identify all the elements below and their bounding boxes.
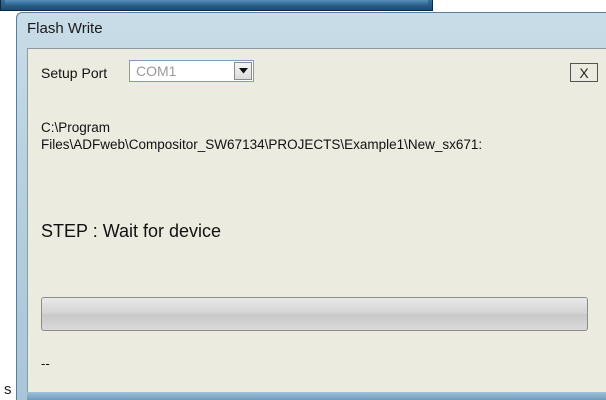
background-window-highlight xyxy=(5,0,428,5)
dialog-client-area: Setup Port COM1 X C:\Program Files\ADFwe… xyxy=(27,48,606,393)
setup-port-label: Setup Port xyxy=(41,65,108,81)
file-path-text: C:\Program Files\ADFweb\Compositor_SW671… xyxy=(41,120,483,152)
background-window-edge xyxy=(0,0,433,11)
step-status-text: STEP : Wait for device xyxy=(41,221,222,241)
progress-bar xyxy=(41,297,588,331)
chevron-down-icon xyxy=(238,68,248,74)
dropdown-button[interactable] xyxy=(234,62,252,80)
window-bottom-frame xyxy=(27,392,606,400)
background-text-fragment: s xyxy=(4,381,12,398)
flash-write-dialog: Flash Write Setup Port COM1 X C:\Program… xyxy=(16,12,606,400)
close-button[interactable]: X xyxy=(570,63,598,82)
window-title: Flash Write xyxy=(27,20,103,37)
setup-port-select[interactable]: COM1 xyxy=(129,60,254,82)
status-text: -- xyxy=(41,356,50,371)
setup-port-value: COM1 xyxy=(136,63,177,79)
screen: { "window": { "title": "Flash Write" }, … xyxy=(0,0,606,400)
